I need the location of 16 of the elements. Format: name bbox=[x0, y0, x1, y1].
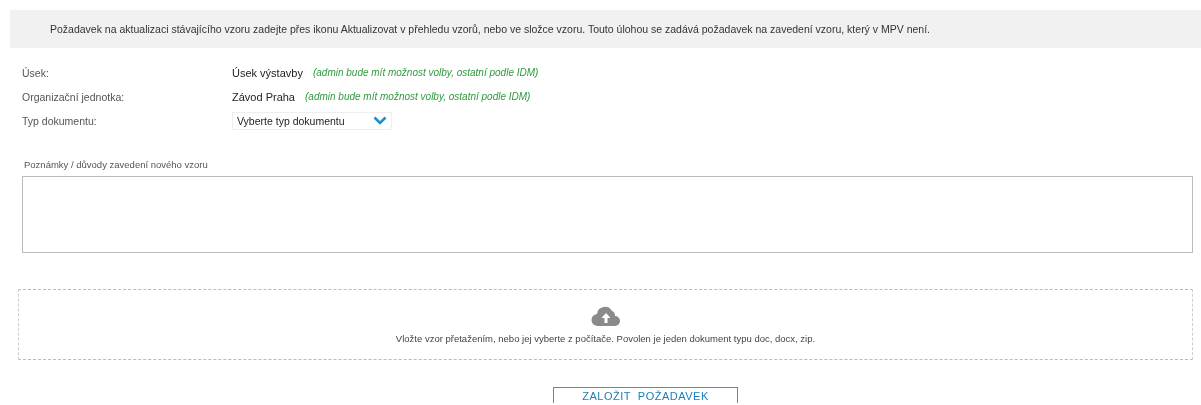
notes-field[interactable] bbox=[22, 176, 1193, 253]
field-value: Úsek výstavby bbox=[232, 66, 303, 79]
field-label: Typ dokumentu: bbox=[22, 114, 98, 127]
field-hint: (admin bude mít možnost volby, ostatní podle IDM) bbox=[312, 67, 539, 78]
field-label: Úsek: bbox=[22, 66, 50, 79]
info-text: Požadavek na aktualizaci stávajícího vzoru zadejte přes ikonu Aktualizovat v přehledu vzorů, nebo ve složce vzoru. Touto úlohou se zadává požadavek na zavedení vzoru, který v MPV není. bbox=[50, 23, 930, 35]
submit-button[interactable]: ZALOŽIT POŽADAVEK bbox=[553, 387, 738, 403]
field-hint: (admin bude mít možnost volby, ostatní podle IDM) bbox=[305, 91, 531, 102]
file-dropzone[interactable]: Vložte vzor přetažením, nebo jej vyberte z počítače. Povolen je jeden dokument typu doc, docx, zip. bbox=[18, 289, 1193, 360]
field-value: Závod Praha bbox=[232, 90, 295, 103]
dropzone-text: Vložte vzor přetažením, nebo jej vyberte z počítače. Povolen je jeden dokument typu doc, docx, zip. bbox=[395, 333, 816, 344]
notes-label: Poznámky / důvody zavedení nového vzoru bbox=[24, 159, 209, 170]
document-type-select[interactable]: Vyberte typ dokumentu bbox=[232, 111, 392, 130]
chevron-down-icon bbox=[373, 116, 387, 125]
field-label: Organizační jednotka: bbox=[22, 90, 126, 103]
cloud-upload-icon bbox=[590, 305, 621, 327]
